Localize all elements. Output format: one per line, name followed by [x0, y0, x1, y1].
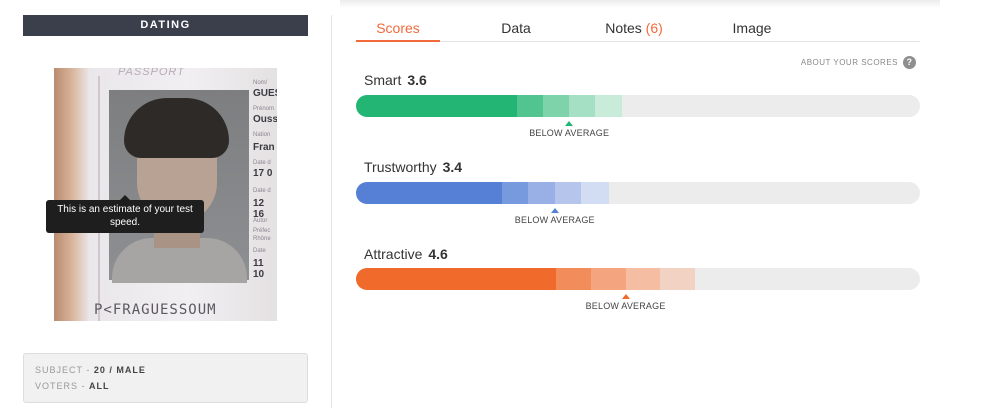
passport-value: Ouss	[253, 114, 277, 125]
score-range-segment	[528, 182, 556, 204]
subject-label: SUBJECT	[35, 365, 83, 375]
tab-image[interactable]: Image	[722, 16, 782, 42]
passport-field: Prénom	[253, 106, 275, 112]
tab-data[interactable]: Data	[486, 16, 546, 42]
passport-value: 17 0	[253, 168, 273, 179]
passport-field: Rhône	[253, 236, 271, 242]
voters-row: VOTERS - ALL	[35, 381, 110, 391]
score-fill	[356, 95, 518, 117]
top-shadow	[340, 0, 940, 8]
tab-notes[interactable]: Notes (6)	[599, 16, 669, 42]
score-range-segment	[660, 268, 696, 290]
average-marker	[565, 121, 574, 126]
score-value: 3.4	[442, 159, 463, 175]
hair-shape	[124, 98, 229, 158]
panel-divider	[331, 15, 332, 408]
passport-stripe	[98, 76, 100, 321]
score-name: Trustworthy	[364, 159, 437, 175]
score-title-trustworthy: Trustworthy 3.4	[364, 159, 462, 175]
score-range-segment	[517, 95, 544, 117]
score-range-segment	[595, 95, 622, 117]
passport-mrz: P<FRAGUESSOUM	[94, 302, 217, 318]
score-range-segment	[501, 182, 529, 204]
about-scores-link[interactable]: ABOUT YOUR SCORES?	[800, 56, 916, 70]
score-range-segment	[590, 268, 627, 290]
score-value: 3.6	[407, 72, 427, 88]
score-range-segment	[569, 95, 596, 117]
passport-field: Nation	[253, 132, 271, 138]
passport-field: Autor	[253, 218, 268, 224]
average-label: BELOW AVERAGE	[585, 301, 666, 311]
passport-field: Date d	[253, 188, 271, 194]
score-fill	[356, 182, 502, 204]
score-name: Attractive	[364, 246, 423, 262]
score-fill	[356, 268, 557, 290]
average-label: BELOW AVERAGE	[529, 128, 610, 138]
speed-tooltip: This is an estimate of your test speed.	[46, 195, 204, 233]
score-value: 4.6	[428, 246, 448, 262]
passport-value: 11 10	[253, 258, 265, 280]
about-scores-label: ABOUT YOUR SCORES	[800, 58, 898, 67]
score-range-segment	[625, 268, 661, 290]
subject-info-box: SUBJECT - 20 / MALE VOTERS - ALL	[23, 353, 308, 403]
passport-field: Préfec	[253, 228, 271, 234]
subject-value: 20 / MALE	[93, 365, 146, 375]
passport-value: GUES	[253, 88, 277, 99]
score-name: Smart	[364, 72, 402, 88]
photo-thumbnail[interactable]: PASSPORT Nom/ GUES Prénom Ouss Nation Fr…	[54, 68, 277, 321]
passport-label: PASSPORT	[118, 68, 185, 78]
score-bar-smart	[356, 95, 920, 117]
average-marker	[621, 294, 630, 299]
score-title-smart: Smart 3.6	[364, 72, 427, 88]
passport-value: Fran	[253, 142, 275, 153]
tab-label: Data	[501, 20, 531, 36]
voters-label: VOTERS	[35, 381, 79, 391]
notes-count: (6)	[645, 20, 663, 36]
help-icon[interactable]: ?	[903, 56, 916, 70]
tab-bar: Scores Data Notes (6) Image	[356, 16, 920, 42]
tab-label: Image	[732, 20, 772, 36]
passport-field: Date d	[253, 160, 271, 166]
score-title-attractive: Attractive 4.6	[364, 246, 448, 262]
score-range-segment	[556, 268, 592, 290]
average-marker	[550, 208, 559, 213]
score-range-segment	[554, 182, 582, 204]
score-range-segment	[581, 182, 609, 204]
passport-value: 12 16	[253, 198, 265, 220]
category-header: DATING	[23, 15, 308, 36]
passport-field: Date	[253, 248, 266, 254]
passport-field: Nom/	[253, 80, 268, 86]
subject-row: SUBJECT - 20 / MALE	[35, 365, 146, 375]
score-bar-trustworthy	[356, 182, 920, 204]
score-bar-attractive	[356, 268, 920, 290]
tab-label: Notes	[605, 20, 642, 36]
tab-label: Scores	[376, 20, 420, 36]
average-label: BELOW AVERAGE	[514, 215, 595, 225]
score-range-segment	[543, 95, 570, 117]
voters-value: ALL	[89, 381, 110, 391]
tab-scores[interactable]: Scores	[356, 16, 440, 42]
